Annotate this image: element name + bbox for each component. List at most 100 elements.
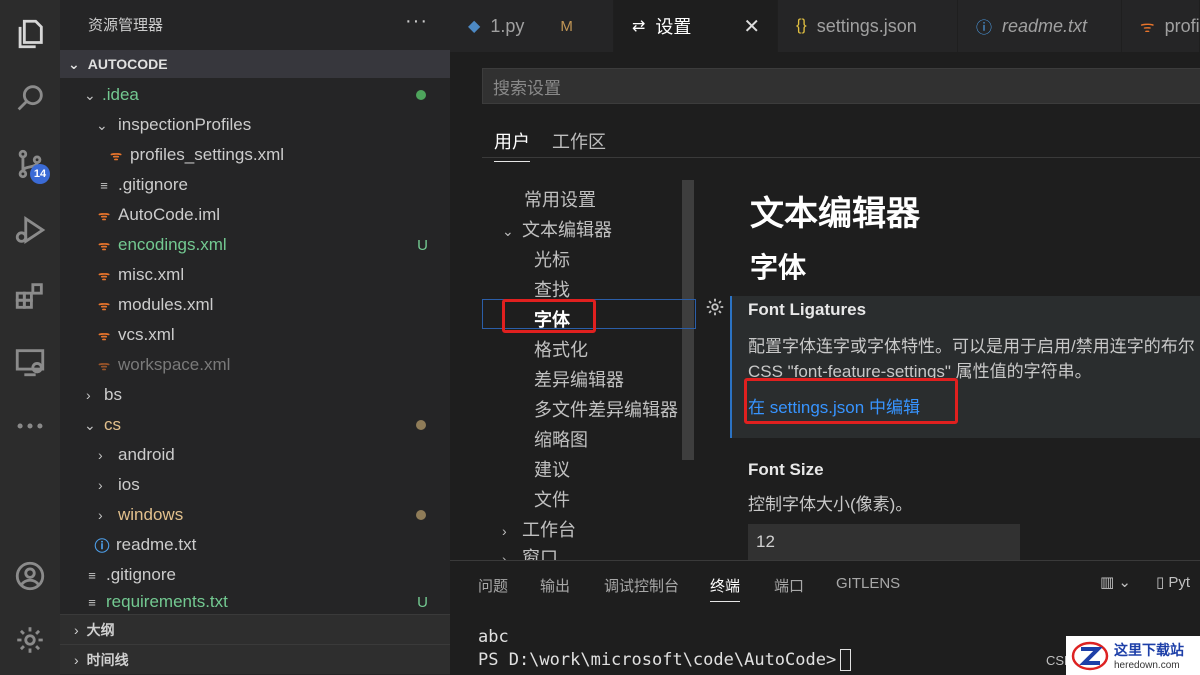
manage-gear-icon[interactable]: [8, 618, 52, 662]
tree-folder-android[interactable]: › android: [60, 440, 450, 470]
subsection-heading: 字体: [750, 252, 807, 283]
explorer-icon[interactable]: [8, 12, 52, 56]
toc-diff-editor[interactable]: 差异编辑器: [534, 366, 624, 392]
lines-icon: ≡: [88, 567, 96, 583]
tree-item-label: vcs.xml: [118, 325, 175, 344]
tree-folder-bs[interactable]: › bs: [60, 380, 450, 410]
toc-workbench[interactable]: › 工作台: [502, 516, 576, 542]
split-layout-icon[interactable]: ▥ ⌄: [1100, 573, 1131, 591]
lines-icon: ≡: [88, 594, 96, 610]
toc-minimap[interactable]: 缩略图: [534, 426, 588, 452]
close-icon[interactable]: ✕: [743, 14, 760, 39]
tab-readme[interactable]: ⓘ readme.txt: [958, 0, 1122, 52]
chevron-down-icon: ⌄: [68, 55, 80, 72]
font-ligatures-title: Font Ligatures: [748, 300, 867, 319]
toc-label: 查找: [534, 280, 570, 300]
toc-cursor[interactable]: 光标: [534, 246, 570, 272]
tree-file-gitignore[interactable]: ≡ .gitignore: [60, 170, 450, 200]
toc-formatting[interactable]: 格式化: [534, 336, 588, 362]
rss-icon: ᯤ: [98, 208, 110, 223]
status-dot: [416, 420, 426, 430]
extensions-icon[interactable]: [8, 274, 52, 318]
panel-tab-debug-console[interactable]: 调试控制台: [604, 575, 679, 596]
toc-common[interactable]: 常用设置: [524, 186, 596, 212]
tab-user[interactable]: 用户: [494, 128, 530, 162]
source-control-icon[interactable]: 14: [8, 142, 52, 186]
toc-multi-diff-editor[interactable]: 多文件差异编辑器: [534, 396, 678, 422]
scm-badge: 14: [30, 164, 50, 184]
python-terminal-tab[interactable]: ▯ Pyt: [1156, 573, 1190, 591]
tree-folder-inspectionprofiles[interactable]: ⌄ inspectionProfiles: [60, 110, 450, 140]
toc-label: 建议: [534, 460, 570, 480]
section-label: 大纲: [86, 621, 115, 638]
terminal-prompt: PS D:\work\microsoft\code\AutoCode>: [478, 650, 837, 670]
toc-text-editor[interactable]: ⌄ 文本编辑器: [502, 216, 612, 242]
tree-item-label: requirements.txt: [106, 592, 228, 611]
rss-icon: ᯤ: [110, 148, 122, 163]
editor-tabs: ◆ 1.py M ⇄ 设置 ✕ {} settings.json ⓘ readm…: [450, 0, 1200, 52]
tree-folder-idea[interactable]: ⌄ .idea: [60, 80, 450, 110]
tab-profiles[interactable]: ᯤ profi: [1122, 0, 1200, 52]
tree-folder-ios[interactable]: › ios: [60, 470, 450, 500]
toc-label: 缩略图: [534, 430, 588, 450]
tree-file-gitignore-root[interactable]: ≡ .gitignore: [60, 560, 450, 590]
toc-label: 窗口: [522, 548, 558, 560]
tab-settings-json[interactable]: {} settings.json: [778, 0, 958, 52]
panel-tab-gitlens[interactable]: GITLENS: [836, 575, 900, 592]
tree-file-encodings[interactable]: ᯤ encodings.xml U: [60, 230, 450, 260]
font-size-input[interactable]: 12: [748, 524, 1020, 560]
watermark-logo: [1071, 641, 1109, 670]
toc-suggestions[interactable]: 建议: [534, 456, 570, 482]
highlight-box-link: [744, 378, 958, 424]
account-icon[interactable]: [8, 554, 52, 598]
panel-tab-output[interactable]: 输出: [540, 575, 570, 596]
tree-file-profiles-settings[interactable]: ᯤ profiles_settings.xml: [60, 140, 450, 170]
run-debug-icon[interactable]: [8, 208, 52, 252]
tree-file-autocode-iml[interactable]: ᯤ AutoCode.iml: [60, 200, 450, 230]
tree-file-misc[interactable]: ᯤ misc.xml: [60, 260, 450, 290]
toc-files[interactable]: 文件: [534, 486, 570, 512]
tab-1-py[interactable]: ◆ 1.py M: [450, 0, 614, 52]
rss-icon: ᯤ: [98, 328, 110, 343]
section-heading: 文本编辑器: [750, 195, 920, 233]
tree-file-vcs[interactable]: ᯤ vcs.xml: [60, 320, 450, 350]
watermark-text: 这里下载站 heredown.com: [1114, 640, 1184, 671]
info-icon: ⓘ: [94, 537, 110, 555]
tree-item-label: windows: [118, 505, 184, 524]
font-size-desc: 控制字体大小(像素)。: [748, 495, 913, 514]
panel-tab-ports[interactable]: 端口: [774, 575, 804, 596]
tab-settings[interactable]: ⇄ 设置 ✕: [614, 0, 778, 52]
chevron-right-icon: ›: [502, 551, 507, 560]
outline-section[interactable]: › 大纲: [60, 614, 450, 644]
explorer-title: 资源管理器: [88, 17, 164, 34]
setting-gear-icon[interactable]: [704, 296, 726, 318]
chevron-right-icon: ›: [74, 651, 79, 668]
timeline-section[interactable]: › 时间线: [60, 644, 450, 674]
workspace-root[interactable]: ⌄ AUTOCODE: [60, 50, 450, 78]
tree-file-workspace[interactable]: ᯤ workspace.xml: [60, 350, 450, 380]
tab-workspace[interactable]: 工作区: [552, 128, 606, 154]
settings-search-input[interactable]: 搜索设置: [482, 68, 1200, 104]
rss-icon: ᯤ: [1140, 19, 1155, 36]
toc-label: 差异编辑器: [534, 370, 624, 390]
chevron-right-icon: ›: [86, 387, 91, 403]
panel-tab-problems[interactable]: 问题: [478, 575, 508, 596]
chevron-right-icon: ›: [74, 621, 79, 638]
rss-icon: ᯤ: [98, 298, 110, 313]
tree-file-requirements[interactable]: ≡ requirements.txt U: [60, 590, 450, 614]
tree-file-modules[interactable]: ᯤ modules.xml: [60, 290, 450, 320]
remote-explorer-icon[interactable]: [8, 340, 52, 384]
tree-item-label: .gitignore: [118, 175, 188, 194]
explorer-more-button[interactable]: ···: [405, 10, 428, 33]
search-icon[interactable]: [8, 76, 52, 120]
terminal-output-line: abc: [478, 627, 509, 647]
terminal-prompt-line[interactable]: PS D:\work\microsoft\code\AutoCode>: [478, 649, 852, 671]
tree-folder-cs[interactable]: ⌄ cs: [60, 410, 450, 440]
modified-badge: M: [560, 17, 573, 35]
panel-tab-terminal[interactable]: 终端: [710, 575, 741, 602]
more-icon[interactable]: [8, 404, 52, 448]
tree-file-readme[interactable]: ⓘ readme.txt: [60, 530, 450, 560]
tree-folder-windows[interactable]: › windows: [60, 500, 450, 530]
toc-window[interactable]: › 窗口: [502, 544, 558, 560]
toc-label: 工作台: [522, 520, 576, 540]
